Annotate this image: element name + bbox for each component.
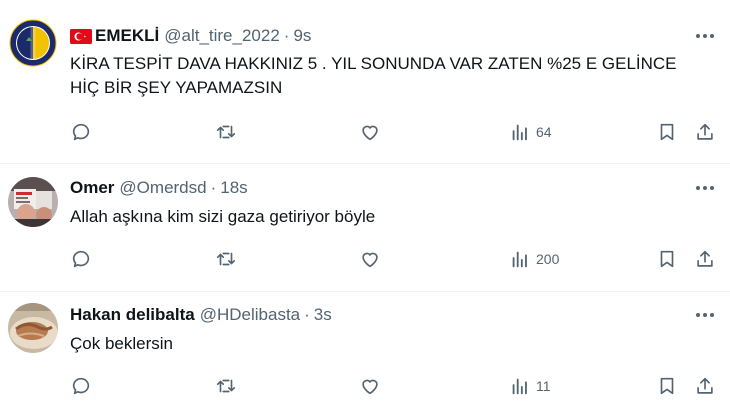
more-icon[interactable] <box>694 304 716 326</box>
separator: · <box>283 26 290 45</box>
views-count: 200 <box>536 251 560 267</box>
reply-button[interactable] <box>70 246 92 272</box>
bookmark-icon <box>660 123 674 141</box>
retweet-icon <box>216 125 236 139</box>
views-icon <box>512 251 527 268</box>
avatar[interactable] <box>8 18 58 68</box>
like-button[interactable] <box>359 373 381 399</box>
avatar[interactable] <box>8 303 58 353</box>
views-icon <box>512 378 527 395</box>
views-count: 64 <box>536 124 552 140</box>
bookmark-button[interactable] <box>656 373 678 399</box>
retweet-icon <box>216 379 236 393</box>
heart-icon <box>362 379 378 395</box>
heart-icon <box>362 252 378 268</box>
retweet-button[interactable] <box>215 119 237 145</box>
tweet-text: Allah aşkına kim sizi gaza getiriyor böy… <box>70 205 720 229</box>
tweet-header: Hakan delibalta @HDelibasta · 3s <box>70 303 332 327</box>
food-photo-icon <box>8 303 58 353</box>
reply-button[interactable] <box>70 119 92 145</box>
protest-photo-icon <box>8 177 58 227</box>
avatar[interactable] <box>8 177 58 227</box>
bookmark-button[interactable] <box>656 246 678 272</box>
tweet-text: KİRA TESPİT DAVA HAKKINIZ 5 . YIL SONUND… <box>70 52 720 100</box>
timestamp[interactable]: 18s <box>220 178 247 198</box>
display-name[interactable]: EMEKLİ <box>95 26 159 46</box>
share-icon <box>697 123 713 140</box>
tweet-actions: 11 <box>70 373 720 399</box>
reply-icon <box>72 123 90 141</box>
share-icon <box>697 250 713 267</box>
reply-icon <box>72 250 90 268</box>
tweet[interactable]: Omer @Omerdsd · 18s Allah aşkına kim siz… <box>0 164 730 291</box>
views-button[interactable]: 11 <box>509 373 551 399</box>
tweet-text-line: HİÇ BİR ŞEY YAPAMAZSIN <box>70 78 283 97</box>
tweet[interactable]: EMEKLİ @alt_tire_2022 · 9s KİRA TESPİT D… <box>0 0 730 163</box>
separator: · <box>304 305 310 324</box>
display-name[interactable]: Omer <box>70 178 114 198</box>
share-icon <box>697 377 713 394</box>
tweet-text-line: Çok beklersin <box>70 334 173 353</box>
retweet-button[interactable] <box>215 373 237 399</box>
bookmark-button[interactable] <box>656 119 678 145</box>
user-handle[interactable]: @Omerdsd <box>119 178 206 198</box>
display-name[interactable]: Hakan delibalta <box>70 305 195 325</box>
reply-button[interactable] <box>70 373 92 399</box>
user-handle[interactable]: @HDelibasta <box>200 305 300 325</box>
like-button[interactable] <box>359 119 381 145</box>
heart-icon <box>362 125 378 141</box>
turkey-flag-icon <box>70 28 92 44</box>
tweet-header: Omer @Omerdsd · 18s <box>70 176 248 200</box>
retweet-icon <box>216 252 236 266</box>
views-button[interactable]: 200 <box>509 246 559 272</box>
views-icon <box>512 124 527 141</box>
share-button[interactable] <box>694 373 716 399</box>
reply-icon <box>72 377 90 395</box>
timestamp[interactable]: 9s <box>293 26 311 46</box>
timestamp[interactable]: 3s <box>314 305 332 325</box>
bookmark-icon <box>660 377 674 395</box>
share-button[interactable] <box>694 119 716 145</box>
like-button[interactable] <box>359 246 381 272</box>
tweet-actions: 200 <box>70 246 720 272</box>
tweet-header: EMEKLİ @alt_tire_2022 · 9s <box>70 24 311 48</box>
more-icon[interactable] <box>694 177 716 199</box>
views-button[interactable]: 64 <box>509 119 552 145</box>
fenerbahce-crest-icon <box>8 18 58 68</box>
views-count: 11 <box>536 378 551 394</box>
tweet-actions: 64 <box>70 119 720 145</box>
separator: · <box>210 178 217 197</box>
tweet-text: Çok beklersin <box>70 332 720 356</box>
share-button[interactable] <box>694 246 716 272</box>
user-handle[interactable]: @alt_tire_2022 <box>164 26 280 46</box>
retweet-button[interactable] <box>215 246 237 272</box>
bookmark-icon <box>660 250 674 268</box>
tweet-text-line: KİRA TESPİT DAVA HAKKINIZ 5 . YIL SONUND… <box>70 54 677 73</box>
tweet[interactable]: Hakan delibalta @HDelibasta · 3s Çok bek… <box>0 292 730 420</box>
tweet-text-line: Allah aşkına kim sizi gaza getiriyor böy… <box>70 207 376 226</box>
more-icon[interactable] <box>694 25 716 47</box>
